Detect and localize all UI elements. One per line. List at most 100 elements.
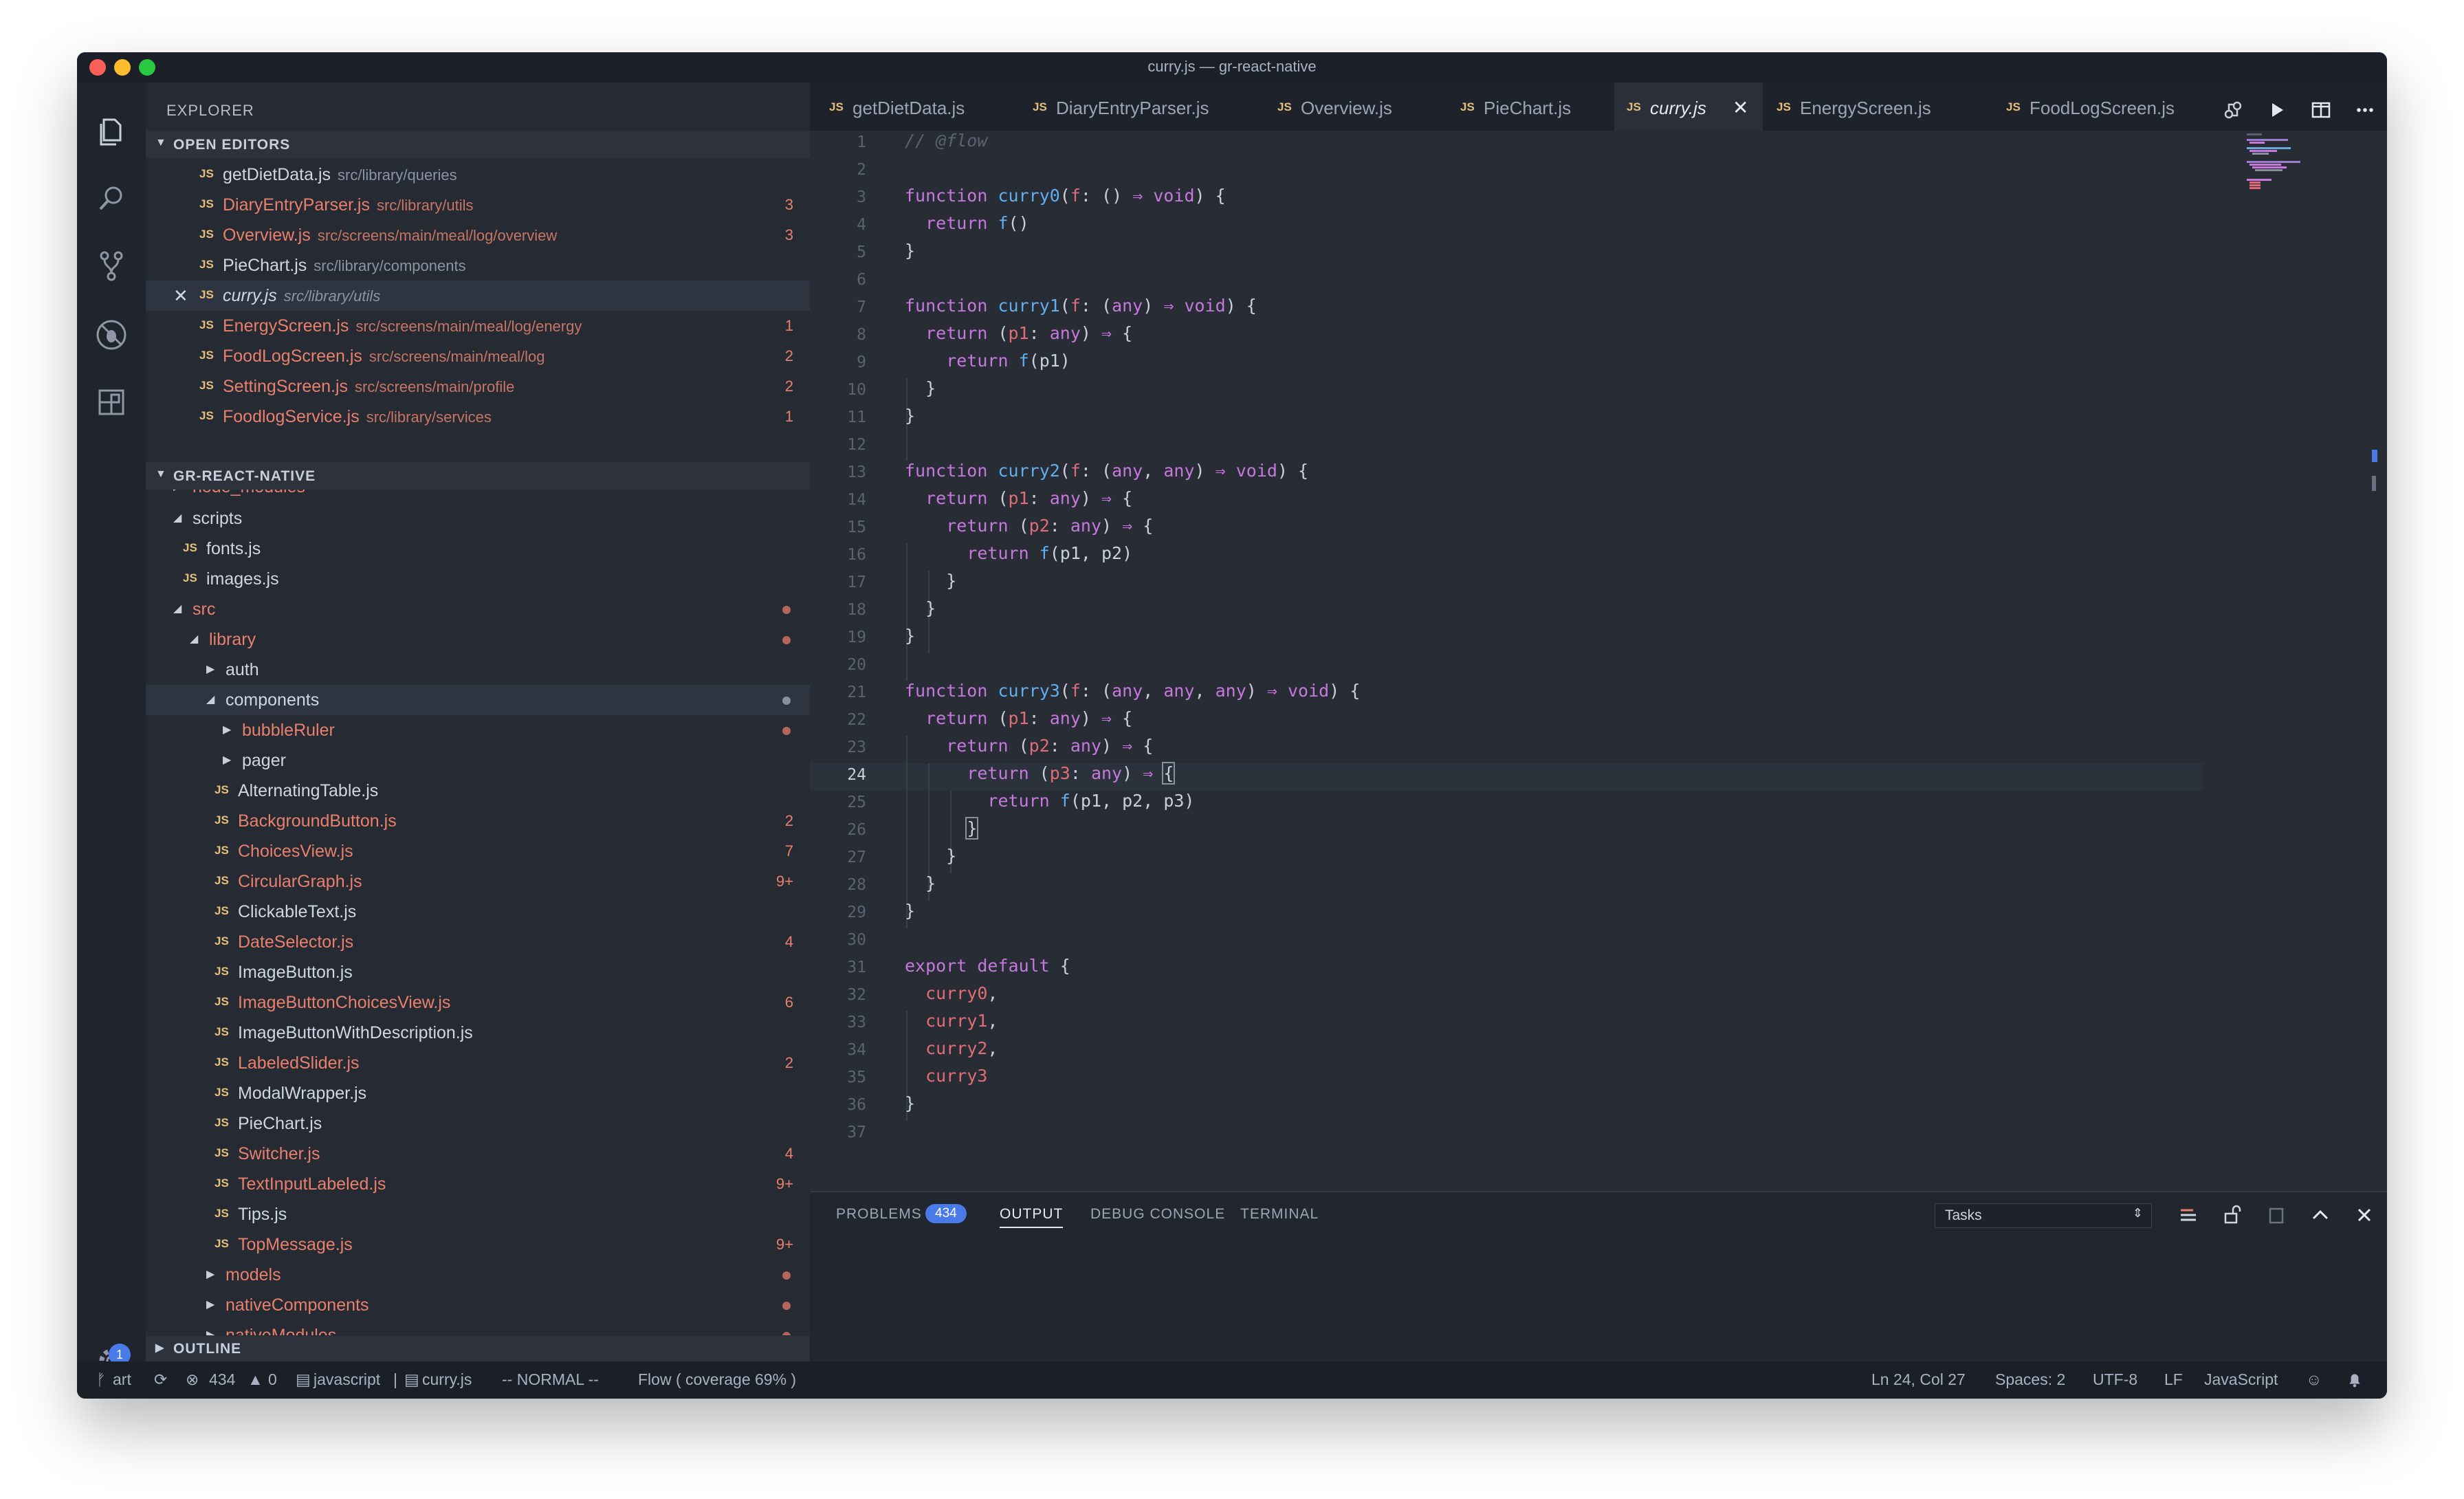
project-header[interactable]: ▼ GR-REACT-NATIVE [146,462,810,490]
open-editor-item[interactable]: JS PieChart.js src/library/components [146,250,810,281]
tree-folder[interactable]: ◢ components [146,685,810,715]
tab-getdietdata[interactable]: JS getDietData.js [810,83,1009,131]
tree-file[interactable]: JS AlternatingTable.js [146,776,810,806]
modified-dot-icon [782,727,791,735]
cursor-position[interactable]: Ln 24, Col 27 [1871,1370,1966,1389]
output-channel-select[interactable]: Tasks ⇕ [1935,1203,2152,1228]
tree-folder[interactable]: ◢ scripts [146,503,810,534]
tree-file[interactable]: JS ModalWrapper.js [146,1078,810,1108]
end-of-line[interactable]: LF [2164,1370,2183,1389]
sync-icon[interactable]: ⟳ [154,1370,167,1389]
close-tab-icon[interactable]: ✕ [1732,96,1748,119]
chevron-down-icon: ◢ [173,603,182,615]
debug-icon[interactable] [94,318,129,352]
tab-overview[interactable]: JS Overview.js [1254,83,1437,131]
error-count[interactable]: 434 [209,1370,235,1389]
tree-folder[interactable]: ▶ pager [146,745,810,776]
tab-debug-console[interactable]: DEBUG CONSOLE [1090,1206,1225,1223]
source-control-icon[interactable] [94,249,129,283]
tree-file[interactable]: JS fonts.js [146,534,810,564]
notifications-bell-icon[interactable] [2346,1370,2364,1392]
tab-diaryentryparser[interactable]: JS DiaryEntryParser.js [1009,83,1254,131]
flow-coverage[interactable]: Flow ( coverage 69% ) [638,1370,796,1389]
open-changes-icon[interactable] [2222,99,2244,121]
open-editor-item[interactable]: JS EnergyScreen.js src/screens/main/meal/l… [146,311,810,341]
tree-item-label: ImageButton.js [238,963,353,982]
clear-output-icon[interactable] [2177,1203,2200,1227]
tree-file[interactable]: JS TextInputLabeled.js 9+ [146,1169,810,1199]
tree-file[interactable]: JS ImageButtonChoicesView.js 6 [146,987,810,1018]
close-panel-icon[interactable] [2353,1203,2376,1227]
outline-header[interactable]: ▶ OUTLINE [146,1336,810,1361]
tree-folder[interactable]: ▶ models [146,1260,810,1290]
tree-item-label: scripts [192,509,243,528]
tree-folder[interactable]: ▶ auth [146,655,810,685]
tree-folder[interactable]: ▶ nativeModules [146,1320,810,1335]
tree-file[interactable]: JS images.js [146,564,810,594]
tab-foodlogscreen[interactable]: JS FoodLogScreen.js [1983,83,2203,131]
open-log-icon[interactable] [2265,1203,2288,1227]
open-editor-item[interactable]: JS Overview.js src/screens/main/meal/log/o… [146,220,810,250]
warning-count[interactable]: 0 [268,1370,277,1389]
scrollbar-thumb[interactable] [2372,476,2376,491]
tree-file[interactable]: JS BackgroundButton.js 2 [146,806,810,836]
tab-terminal[interactable]: TERMINAL [1240,1206,1319,1223]
vim-mode: -- NORMAL -- [502,1370,599,1388]
minimap[interactable] [2247,133,2343,230]
modified-dot-icon [782,697,791,705]
chevron-right-icon: ▶ [173,490,182,493]
tree-file[interactable]: JS ClickableText.js [146,897,810,927]
open-editor-item[interactable]: JS FoodlogService.js src/library/services 1 [146,402,810,432]
code-editor[interactable]: 1 2 3 4 5 6 7 8 9 10 11 12 13 14 15 16 17 18 19 20 21 22 23 24 2… [810,131,2387,1191]
code-line-24: return (p3: any) ⇒ { [967,762,1176,785]
open-editor-item[interactable]: JS FoodLogScreen.js src/screens/main/meal/… [146,341,810,371]
git-branch[interactable]: art [113,1370,131,1389]
chevron-up-icon[interactable] [2309,1203,2332,1227]
split-editor-icon[interactable] [2310,99,2332,121]
tree-folder[interactable]: ▶ node_modules [146,490,810,502]
tree-folder[interactable]: ▶ bubbleRuler [146,715,810,745]
tree-folder[interactable]: ◢ library [146,624,810,655]
tab-energyscreen[interactable]: JS EnergyScreen.js [1763,83,1983,131]
files-icon[interactable] [94,114,129,149]
scrollbar-marker[interactable] [2372,450,2377,462]
search-icon[interactable] [94,182,129,216]
line-number: 9 [857,353,866,371]
open-editor-item[interactable]: JS DiaryEntryParser.js src/library/utils 3 [146,190,810,220]
language-selector[interactable]: JavaScript [2204,1370,2278,1389]
tree-file[interactable]: JS Switcher.js 4 [146,1139,810,1169]
lock-scroll-icon[interactable] [2221,1203,2244,1227]
open-editor-item[interactable]: ✕ JS curry.js src/library/utils [146,281,810,311]
tree-file[interactable]: JS ChoicesView.js 7 [146,836,810,866]
open-editor-item[interactable]: JS SettingScreen.js src/screens/main/profi… [146,371,810,402]
encoding[interactable]: UTF-8 [2093,1370,2137,1389]
close-editor-icon[interactable]: ✕ [173,285,188,307]
current-file[interactable]: curry.js [422,1370,472,1389]
open-editors-header[interactable]: ▼ OPEN EDITORS [146,131,810,158]
extensions-icon[interactable] [94,385,129,419]
tab-problems[interactable]: PROBLEMS [836,1206,922,1223]
language-mode-indicator[interactable]: javascript [314,1370,380,1389]
tree-file[interactable]: JS DateSelector.js 4 [146,927,810,957]
line-number: 14 [847,491,866,509]
open-editor-item[interactable]: JS getDietData.js src/library/queries [146,160,810,190]
tree-folder[interactable]: ◢ src [146,594,810,624]
tree-folder[interactable]: ▶ nativeComponents [146,1290,810,1320]
line-number: 20 [847,656,866,674]
tree-file[interactable]: JS ImageButton.js [146,957,810,987]
run-icon[interactable] [2266,99,2288,121]
tree-file[interactable]: JS CircularGraph.js 9+ [146,866,810,897]
tab-curry[interactable]: JS curry.js ✕ [1614,83,1763,131]
tree-file[interactable]: JS TopMessage.js 9+ [146,1229,810,1260]
more-actions-icon[interactable] [2354,99,2376,121]
line-number: 34 [847,1041,866,1059]
tree-file[interactable]: JS LabeledSlider.js 2 [146,1048,810,1078]
tree-file[interactable]: JS PieChart.js [146,1108,810,1139]
line-number: 6 [857,271,866,289]
tree-file[interactable]: JS ImageButtonWithDescription.js [146,1018,810,1048]
tab-piechart[interactable]: JS PieChart.js [1437,83,1614,131]
indentation[interactable]: Spaces: 2 [1995,1370,2065,1389]
feedback-smiley-icon[interactable]: ☺ [2306,1370,2322,1389]
tab-output[interactable]: OUTPUT [1000,1206,1064,1228]
tree-file[interactable]: JS Tips.js [146,1199,810,1229]
